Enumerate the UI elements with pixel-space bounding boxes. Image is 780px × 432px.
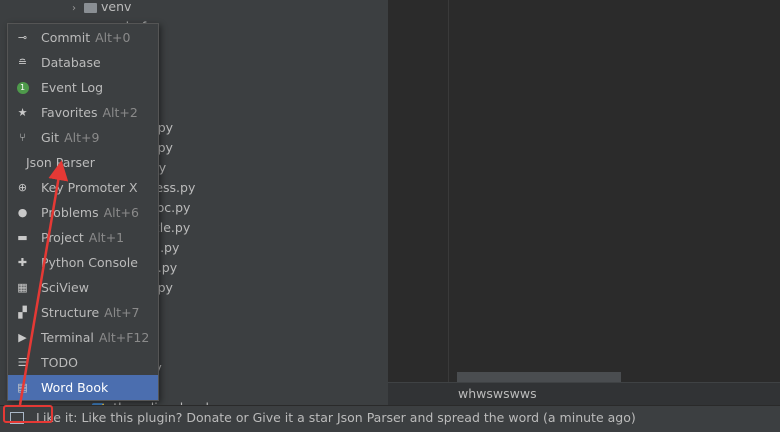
menu-item-text: Event Log [41,80,104,95]
menu-item-shortcut: Alt+0 [95,30,131,45]
menu-item-label: SciView [41,275,89,300]
menu-item-text: Problems [41,205,99,220]
structure-icon: ▞ [18,306,27,319]
menu-item-label: Python Console [41,250,138,275]
menu-item-text: Commit [41,30,91,45]
menu-item-label: Json Parser [26,150,95,175]
event-log-icon: 1 [16,81,29,94]
menu-item-text: Python Console [41,255,138,270]
menu-item-shortcut: Alt+9 [64,130,100,145]
menu-item-favorites[interactable]: ★ Favorites Alt+2 [8,100,158,125]
key-promoter-icon: ⊕ [17,181,28,194]
menu-item-sciview[interactable]: ▦ SciView [8,275,158,300]
menu-item-label: Word Book [41,375,108,400]
menu-item-database[interactable]: ≘ Database [8,50,158,75]
sciview-icon: ▦ [17,281,28,294]
menu-item-text: Favorites [41,105,98,120]
star-icon: ★ [17,106,28,119]
menu-item-text: SciView [41,280,89,295]
menu-item-shortcut: Alt+1 [88,230,125,245]
menu-item-shortcut: Alt+F12 [98,330,150,345]
editor-area[interactable] [388,0,780,405]
menu-item-label: Project Alt+1 [41,225,124,250]
menu-item-event-log[interactable]: 1 Event Log [8,75,158,100]
menu-item-git[interactable]: ⑂ Git Alt+9 [8,125,158,150]
folder-icon: ▬ [17,231,28,244]
status-message[interactable]: Like it: Like this plugin? Donate or Giv… [36,410,636,425]
menu-item-label: Event Log [41,75,103,100]
book-icon: ▤ [17,381,28,394]
menu-item-commit[interactable]: ⊸ Commit Alt+0 [8,25,158,50]
menu-item-label: TODO [41,350,78,375]
git-icon: ⑂ [19,131,26,144]
menu-item-text: Project [41,230,84,245]
terminal-icon: ▶ [18,331,27,344]
menu-item-text: Git [41,130,60,145]
menu-item-text: Database [41,55,101,70]
menu-item-text: Key Promoter X [41,180,138,195]
editor-right-margin-line [448,0,449,382]
menu-item-project[interactable]: ▬ Project Alt+1 [8,225,158,250]
commit-icon: ⊸ [17,31,28,44]
tool-windows-popup-menu: ⊸ Commit Alt+0 ≘ Database 1 Event Log ★ Favorite… [7,23,159,401]
menu-item-problems[interactable]: ● Problems Alt+6 [8,200,158,225]
menu-item-terminal[interactable]: ▶ Terminal Alt+F12 [8,325,158,350]
menu-item-todo[interactable]: ☰ TODO [8,350,158,375]
menu-item-text: Word Book [41,380,109,395]
todo-icon: ☰ [17,356,28,369]
menu-item-label: Git Alt+9 [41,125,99,150]
menu-item-text: Json Parser [26,155,95,170]
menu-item-structure[interactable]: ▞ Structure Alt+7 [8,300,158,325]
menu-item-python-console[interactable]: ✚ Python Console [8,250,158,275]
menu-item-label: Problems Alt+6 [41,200,139,225]
badge: 1 [16,81,29,94]
tree-item-label: venv [101,0,132,14]
menu-item-label: Terminal Alt+F12 [41,325,149,350]
menu-item-label: Favorites Alt+2 [41,100,138,125]
tree-folder-item[interactable]: › venv [72,0,131,17]
menu-item-shortcut: Alt+2 [102,105,138,120]
tool-window-header: whwswswws [388,382,780,406]
menu-item-text: Structure [41,305,100,320]
annotation-highlight-box [3,405,53,423]
problems-icon: ● [17,206,28,219]
menu-item-shortcut: Alt+6 [103,205,139,220]
menu-item-label: Commit Alt+0 [41,25,130,50]
python-icon: ✚ [17,256,28,269]
tool-window-title: whwswswws [458,386,537,401]
menu-item-text: Terminal [41,330,94,345]
menu-item-label: Database [41,50,101,75]
menu-item-text: TODO [41,355,78,370]
menu-item-key-promoter-x[interactable]: ⊕ Key Promoter X [8,175,158,200]
menu-item-word-book[interactable]: ▤ Word Book [8,375,158,400]
menu-item-label: Structure Alt+7 [41,300,140,325]
folder-icon [84,2,97,13]
menu-item-json-parser[interactable]: Json Parser [8,150,158,175]
menu-item-shortcut: Alt+7 [104,305,140,320]
status-bar: Like it: Like this plugin? Donate or Giv… [0,405,780,432]
horizontal-scrollbar[interactable] [457,372,621,382]
menu-item-label: Key Promoter X [41,175,138,200]
database-icon: ≘ [17,56,28,69]
